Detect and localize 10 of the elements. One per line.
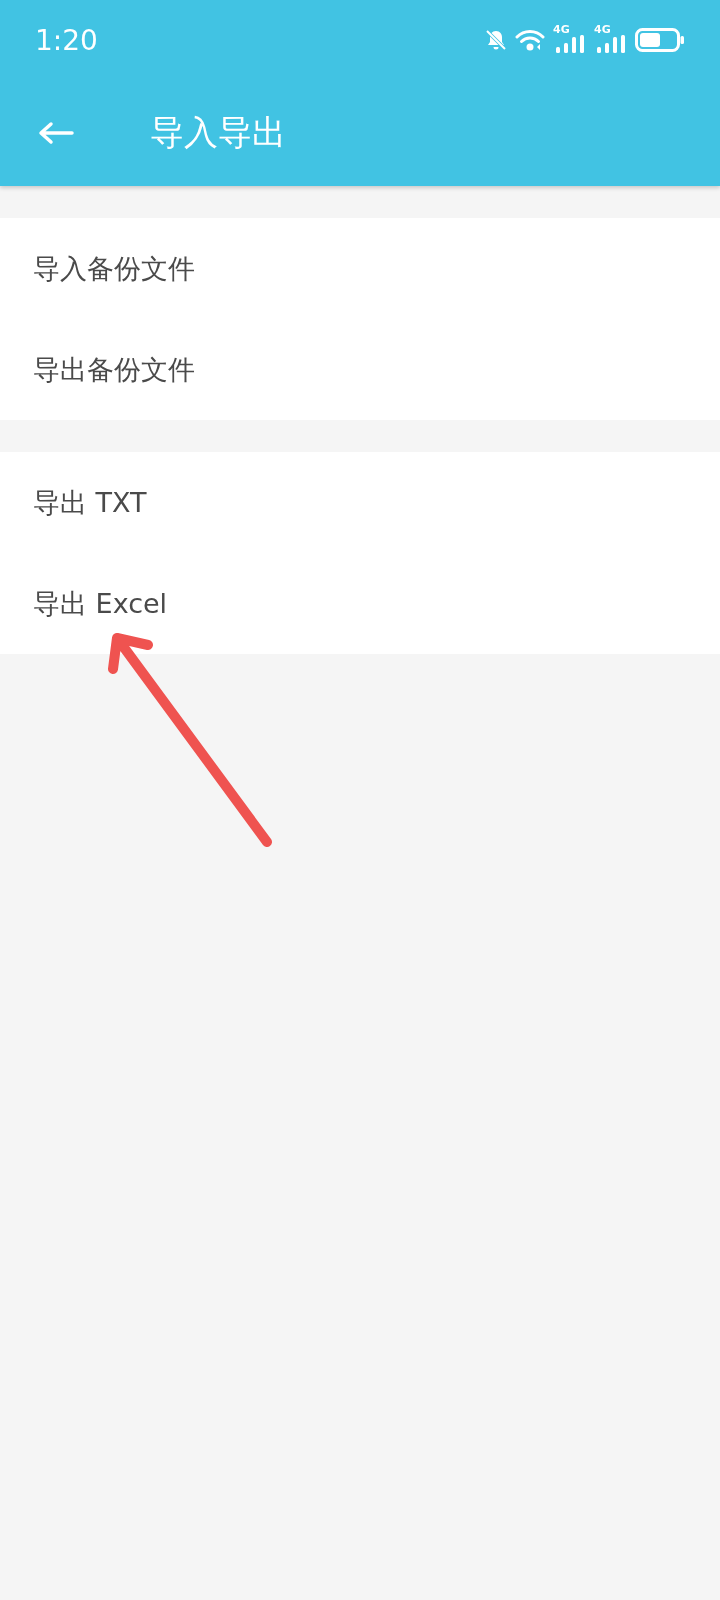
status-time: 1:20: [35, 23, 98, 57]
signal-icon: [594, 35, 627, 53]
muted-bell-icon: [485, 29, 507, 51]
network-type-label: 4G: [594, 24, 611, 36]
network-type-label: 4G: [553, 24, 570, 36]
signal-icon: [553, 35, 586, 53]
page-title: 导入导出: [150, 111, 286, 154]
wifi-icon: [515, 29, 545, 51]
battery-icon: [635, 28, 684, 52]
back-arrow-icon: [38, 121, 74, 145]
